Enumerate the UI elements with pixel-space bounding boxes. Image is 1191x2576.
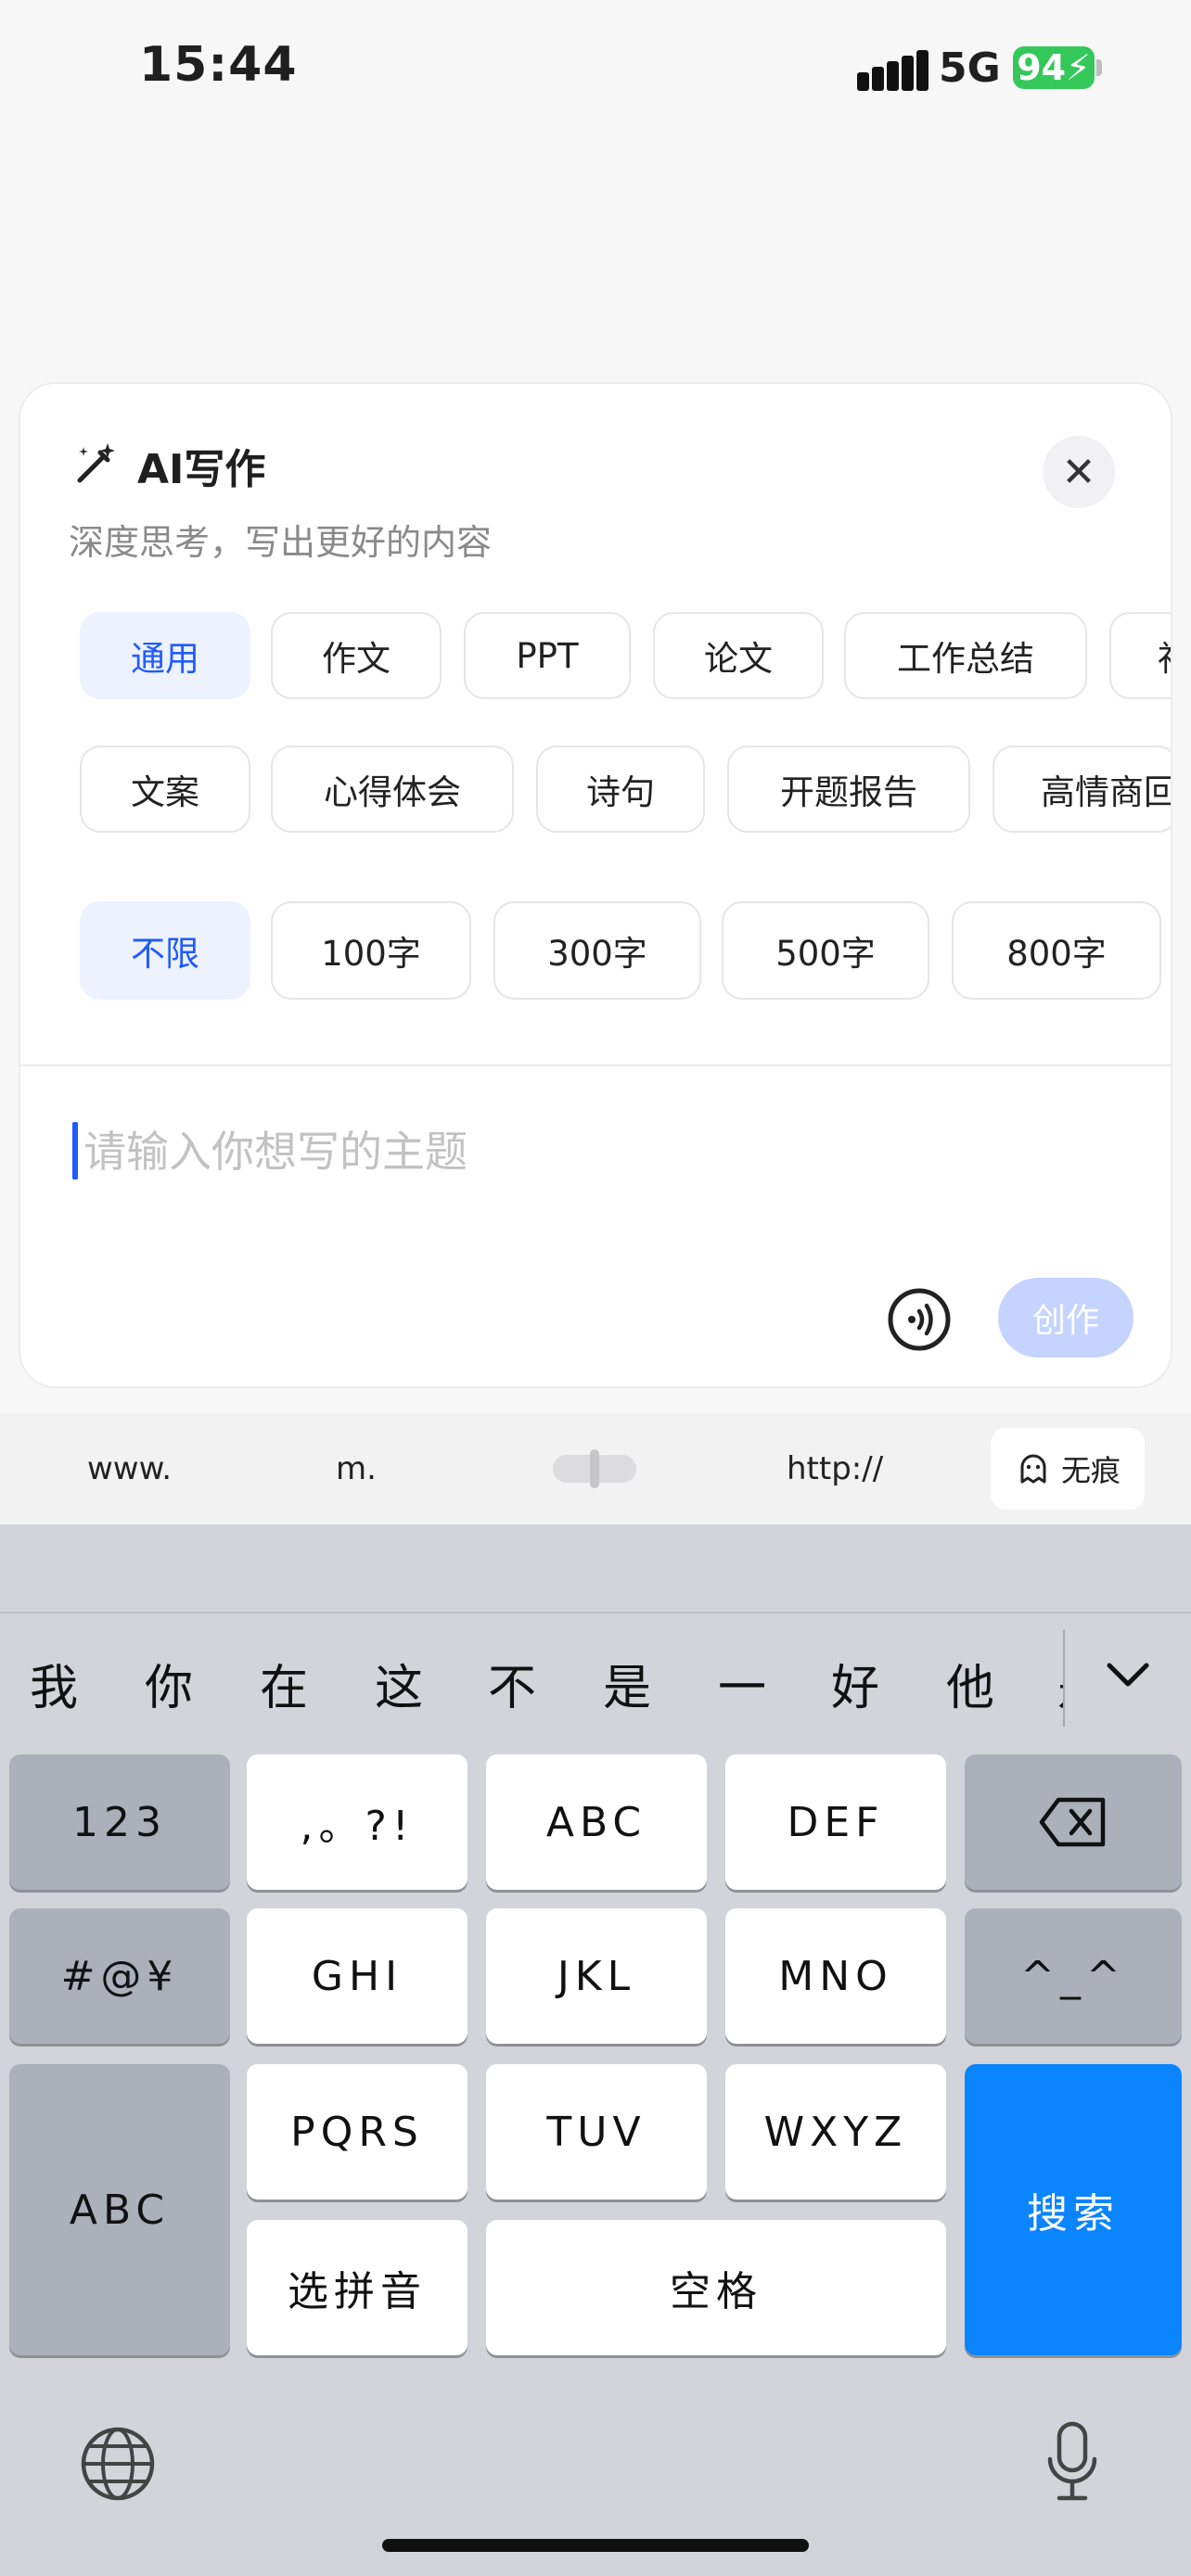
candidate-word[interactable]: 我 bbox=[30, 1649, 78, 1718]
drag-handle[interactable] bbox=[553, 1449, 636, 1488]
key-def[interactable]: DEF bbox=[725, 1754, 946, 1890]
magic-pen-icon bbox=[77, 443, 115, 483]
sheet-subtitle: 深度思考，写出更好的内容 bbox=[69, 522, 493, 563]
candidate-word[interactable]: 这 bbox=[375, 1649, 423, 1718]
url-shortcut-m[interactable]: m. bbox=[336, 1413, 377, 1524]
incognito-button[interactable]: 无痕 bbox=[991, 1428, 1145, 1510]
key-abc[interactable]: ABC bbox=[486, 1754, 707, 1890]
category-chip-proposal[interactable]: 开题报告 bbox=[727, 746, 970, 833]
candidate-word[interactable]: 好 bbox=[831, 1649, 879, 1718]
ai-writing-sheet: AI写作 深度思考，写出更好的内容 ✕ 通用 作文 PPT 论文 工作总结 社 … bbox=[19, 382, 1172, 1388]
create-button[interactable]: 创作 bbox=[998, 1278, 1133, 1358]
length-chip-unlimited[interactable]: 不限 bbox=[80, 901, 250, 1000]
chevron-down-icon[interactable] bbox=[1102, 1649, 1154, 1701]
battery-tip bbox=[1096, 59, 1102, 76]
category-chip-poem[interactable]: 诗句 bbox=[536, 746, 705, 833]
length-chip-300[interactable]: 300字 bbox=[493, 901, 701, 1000]
candidate-word[interactable]: 他 bbox=[946, 1649, 994, 1718]
backspace-key[interactable] bbox=[965, 1754, 1182, 1890]
category-chip-high-eq-reply[interactable]: 高情商回 bbox=[992, 746, 1171, 833]
category-chip-paper[interactable]: 论文 bbox=[653, 612, 824, 699]
space-key[interactable]: 空格 bbox=[486, 2220, 946, 2355]
category-chip-ppt[interactable]: PPT bbox=[464, 612, 631, 699]
battery-icon: 94 ⚡ bbox=[1013, 46, 1095, 89]
category-chip-work-summary[interactable]: 工作总结 bbox=[844, 612, 1087, 699]
voice-input-icon[interactable] bbox=[887, 1287, 952, 1352]
incognito-label: 无痕 bbox=[1060, 1453, 1121, 1488]
key-emoticon[interactable]: ^_^ bbox=[965, 1908, 1182, 2044]
category-chip-partial[interactable]: 社 bbox=[1109, 612, 1171, 699]
length-chip-800[interactable]: 800字 bbox=[952, 901, 1161, 1000]
key-123[interactable]: 123 bbox=[9, 1754, 230, 1890]
divider bbox=[20, 1065, 1171, 1066]
key-abc-mode[interactable]: ABC bbox=[9, 2064, 230, 2355]
category-chip-essay[interactable]: 作文 bbox=[271, 612, 442, 699]
sheet-title: AI写作 bbox=[137, 446, 266, 493]
globe-icon[interactable] bbox=[80, 2426, 156, 2502]
candidate-word[interactable]: 一 bbox=[718, 1649, 766, 1718]
key-wxyz[interactable]: WXYZ bbox=[725, 2064, 946, 2200]
length-chip-100[interactable]: 100字 bbox=[271, 901, 471, 1000]
key-symbols[interactable]: #@¥ bbox=[9, 1908, 230, 2044]
signal-icon bbox=[857, 48, 928, 91]
key-select-pinyin[interactable]: 选拼音 bbox=[247, 2220, 467, 2355]
key-pqrs[interactable]: PQRS bbox=[247, 2064, 467, 2200]
key-jkl[interactable]: JKL bbox=[486, 1908, 707, 2044]
microphone-icon[interactable] bbox=[1044, 2420, 1100, 2504]
ghost-icon bbox=[1020, 1454, 1046, 1484]
search-key[interactable]: 搜索 bbox=[965, 2064, 1182, 2355]
home-indicator bbox=[382, 2539, 809, 2552]
candidate-word[interactable]: 不 bbox=[488, 1649, 536, 1718]
key-tuv[interactable]: TUV bbox=[486, 2064, 707, 2200]
key-mno[interactable]: MNO bbox=[725, 1908, 946, 2044]
category-chip-copywriting[interactable]: 文案 bbox=[80, 746, 250, 833]
close-button[interactable]: ✕ bbox=[1043, 436, 1115, 508]
url-shortcut-http[interactable]: http:// bbox=[787, 1413, 883, 1524]
candidate-word[interactable]: 你 bbox=[145, 1649, 193, 1718]
candidate-word[interactable]: 在 bbox=[260, 1649, 308, 1718]
length-chip-500[interactable]: 500字 bbox=[722, 901, 929, 1000]
candidate-word[interactable]: 是 bbox=[603, 1649, 651, 1718]
keyboard-top-area bbox=[0, 1524, 1191, 1613]
category-chip-general[interactable]: 通用 bbox=[80, 612, 250, 699]
category-chip-reflection[interactable]: 心得体会 bbox=[271, 746, 514, 833]
url-shortcut-www[interactable]: www. bbox=[87, 1413, 172, 1524]
candidate-separator bbox=[1063, 1630, 1065, 1727]
network-label: 5G bbox=[939, 45, 1001, 92]
charging-icon: ⚡ bbox=[1066, 47, 1091, 88]
key-ghi[interactable]: GHI bbox=[247, 1908, 467, 2044]
status-time: 15:44 bbox=[139, 37, 298, 93]
backspace-icon bbox=[1039, 1797, 1106, 1847]
key-punctuation[interactable]: ,。?! bbox=[247, 1754, 467, 1890]
text-caret bbox=[72, 1122, 78, 1180]
topic-input[interactable] bbox=[83, 1116, 1011, 1187]
battery-level: 94 bbox=[1017, 47, 1067, 88]
